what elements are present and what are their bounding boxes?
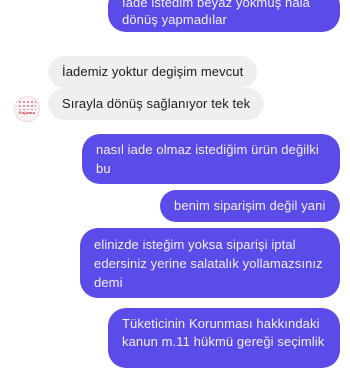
chat-thread: İade istedim beyaz yokmuş hala dönüş yap… xyxy=(0,0,350,368)
outgoing-message[interactable]: Tüketicinin Korunması hakkındaki kanun m… xyxy=(108,308,340,368)
avatar-tag: Pajama xyxy=(18,110,36,115)
message-text: Tüketicinin Korunması hakkındaki kanun m… xyxy=(122,316,325,349)
outgoing-message[interactable]: benim siparişim değil yani xyxy=(160,190,340,222)
shop-logo-icon xyxy=(18,100,36,110)
outgoing-message[interactable]: nasıl iade olmaz istediğim ürün değilki … xyxy=(82,134,340,184)
outgoing-message[interactable]: İade istedim beyaz yokmuş hala dönüş yap… xyxy=(108,0,340,32)
incoming-message[interactable]: Sırayla dönüş sağlanıyor tek tek xyxy=(48,88,265,120)
message-text: elinizde isteğim yoksa siparişi iptal ed… xyxy=(94,237,323,290)
message-text: İade istedim beyaz yokmuş hala dönüş yap… xyxy=(122,0,310,27)
message-text: Sırayla dönüş sağlanıyor tek tek xyxy=(62,96,251,111)
outgoing-message[interactable]: elinizde isteğim yoksa siparişi iptal ed… xyxy=(80,228,340,298)
shop-avatar[interactable]: Pajama xyxy=(14,96,40,122)
message-text: İademiz yoktur degişim mevcut xyxy=(62,64,244,79)
incoming-message[interactable]: İademiz yoktur degişim mevcut xyxy=(48,56,258,88)
message-text: benim siparişim değil yani xyxy=(174,198,326,213)
message-text: nasıl iade olmaz istediğim ürün değilki … xyxy=(96,142,319,176)
